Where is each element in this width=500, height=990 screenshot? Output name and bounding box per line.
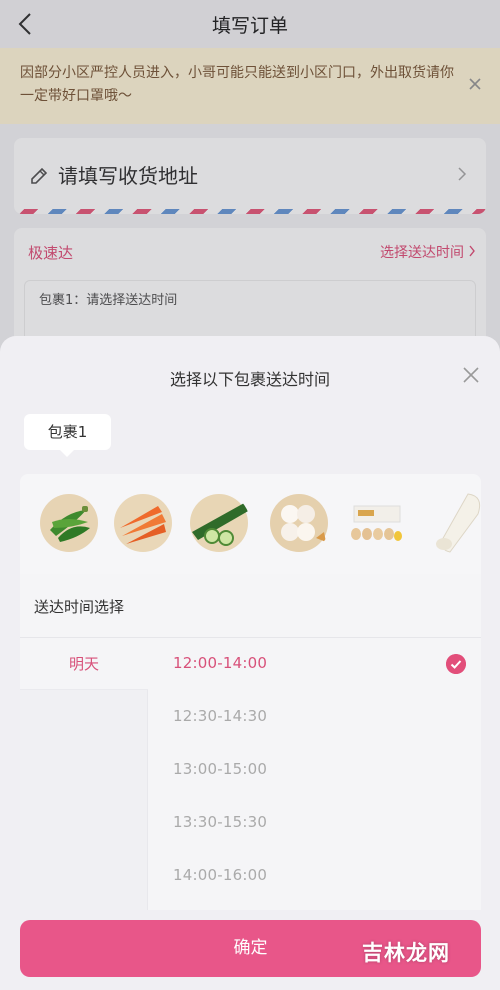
time-slot[interactable]: 12:30-14:30: [173, 707, 267, 725]
white-radish-image: [436, 493, 481, 553]
checkmark-icon: [446, 654, 466, 674]
sheet-title: 选择以下包裹送达时间: [169, 370, 330, 389]
close-icon[interactable]: [460, 364, 482, 386]
carrot-image: [114, 494, 172, 552]
garlic-image: [270, 494, 328, 552]
eggs-image: [351, 505, 402, 541]
package-tab[interactable]: 包裹1: [24, 414, 111, 457]
section-title: 送达时间选择: [34, 598, 125, 616]
time-slot[interactable]: 12:00-14:00: [173, 654, 267, 672]
time-slot[interactable]: 13:30-15:30: [173, 813, 267, 831]
product-strip: [20, 474, 481, 574]
time-slot[interactable]: 14:00-16:00: [173, 866, 267, 884]
delivery-time-sheet: 选择以下包裹送达时间 包裹1 送达时间选择 明天 12:00-14:00 12:…: [0, 336, 500, 990]
cucumber-image: [190, 494, 250, 552]
green-pepper-image: [40, 494, 98, 552]
watermark-text: 吉林龙网: [362, 941, 450, 965]
day-item-tomorrow[interactable]: 明天: [20, 638, 148, 690]
time-slot[interactable]: 13:00-15:00: [173, 760, 267, 778]
